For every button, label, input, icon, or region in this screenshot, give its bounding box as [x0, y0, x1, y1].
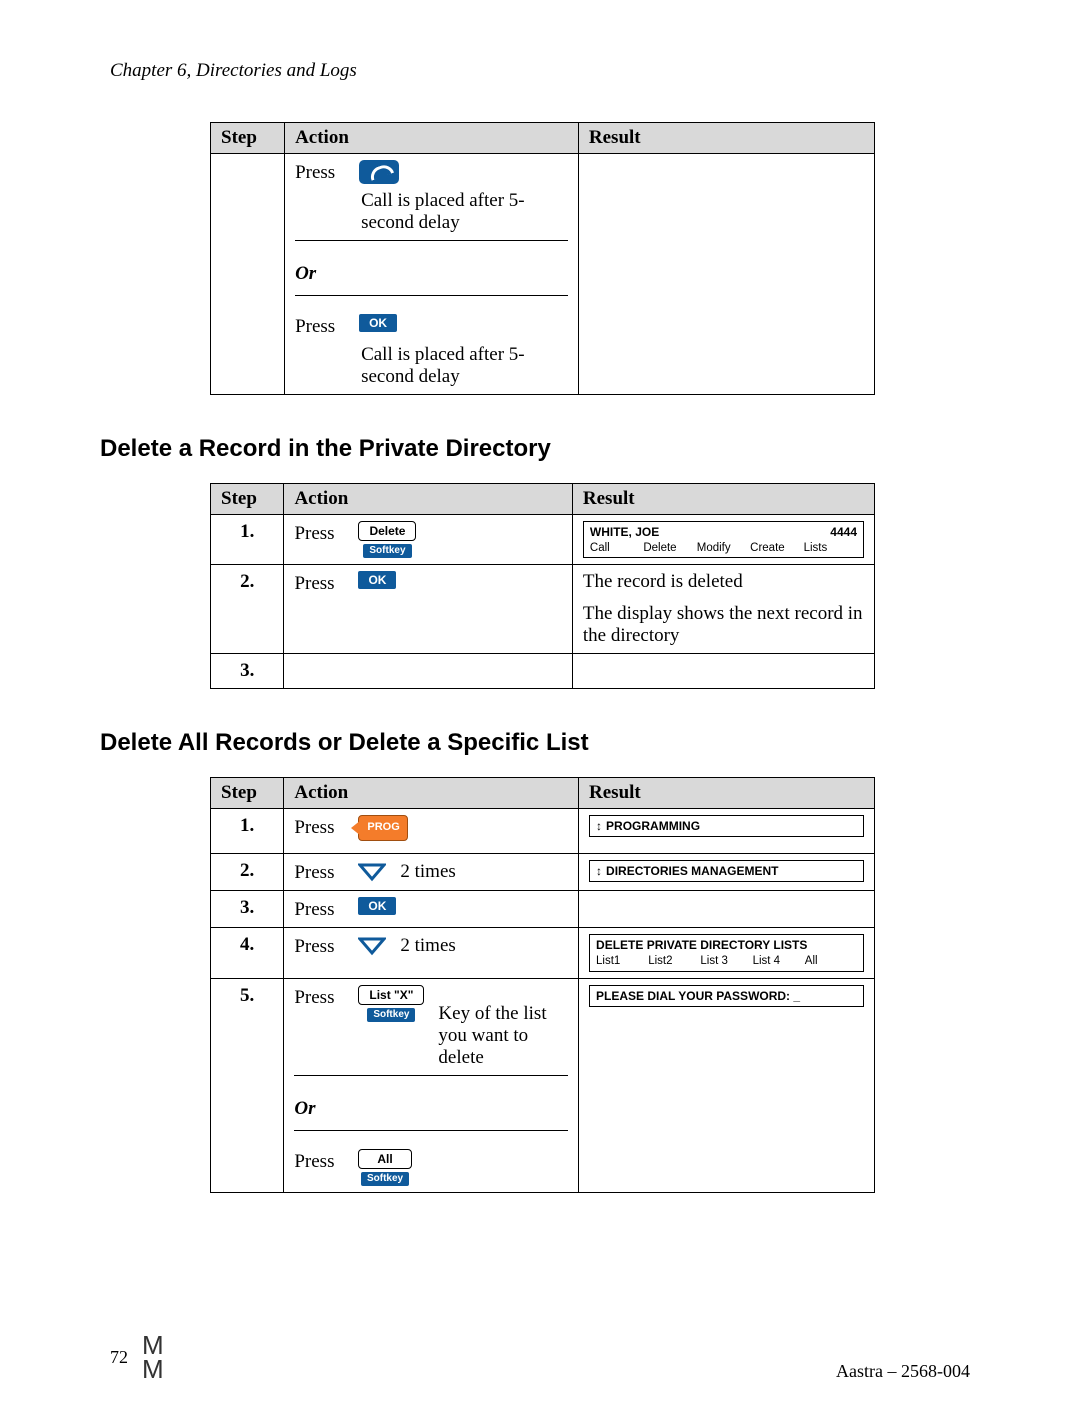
listx-softkey-icon: List "X" — [358, 985, 424, 1005]
ok-button-icon: OK — [358, 571, 396, 589]
col-step: Step — [211, 484, 284, 515]
display-number: 4444 — [830, 525, 857, 540]
table-row: 1. Press PROG ↕ PROGRAMMING — [211, 809, 875, 854]
softkey-badge: Softkey — [361, 1172, 409, 1186]
table-row: 3. — [211, 654, 875, 689]
table-call-continuation: Step Action Result Press Call is placed … — [210, 122, 875, 395]
col-result: Result — [578, 123, 874, 154]
display-opt: All — [805, 954, 857, 968]
table-delete-record: Step Action Result 1. Press Delete Softk… — [210, 483, 875, 689]
display-name: WHITE, JOE — [590, 525, 659, 540]
display-opt: Call — [590, 541, 643, 555]
table-row: 2. Press OK The record is deleted The di… — [211, 565, 875, 654]
display-text: PROGRAMMING — [606, 819, 700, 833]
table-row: 3. Press OK — [211, 891, 875, 928]
phone-display: ↕ PROGRAMMING — [589, 815, 864, 837]
display-title: DELETE PRIVATE DIRECTORY LISTS — [596, 938, 857, 953]
col-result: Result — [579, 778, 875, 809]
col-step: Step — [211, 123, 285, 154]
ok-button-icon: OK — [359, 314, 397, 332]
call-delay-text: Call is placed after 5-second delay — [361, 344, 568, 388]
table-row: 2. Press 2 times ↕ DIRECTORIES MANAGEMEN… — [211, 854, 875, 891]
phone-display: PLEASE DIAL YOUR PASSWORD: _ — [589, 985, 864, 1007]
press-label: Press — [294, 1149, 344, 1173]
chapter-header: Chapter 6, Directories and Logs — [110, 60, 980, 82]
or-label: Or — [295, 259, 568, 289]
display-opt: List2 — [648, 954, 700, 968]
down-arrow-icon — [358, 935, 386, 957]
press-label: Press — [295, 160, 345, 184]
press-label: Press — [294, 934, 344, 958]
table-row: 1. Press Delete Softkey WHITE, JOE — [211, 515, 875, 565]
or-label: Or — [294, 1094, 568, 1124]
call-delay-text: Call is placed after 5-second delay — [361, 190, 568, 234]
table-row: 4. Press 2 times DELETE PRIVATE DIRECTOR… — [211, 928, 875, 978]
call-icon — [359, 160, 399, 184]
display-opt: Delete — [643, 541, 696, 555]
all-softkey-icon: All — [358, 1149, 411, 1169]
press-label: Press — [294, 521, 344, 545]
down-arrow-icon — [358, 861, 386, 883]
col-action: Action — [284, 484, 572, 515]
press-label: Press — [294, 985, 344, 1009]
doc-reference: Aastra – 2568-004 — [836, 1361, 970, 1382]
page-footer: 72 MM Aastra – 2568-004 — [100, 1333, 980, 1382]
press-label: Press — [294, 897, 344, 921]
key-of-list-text: Key of the list you want to delete — [438, 985, 568, 1069]
result-text: The display shows the next record in the… — [583, 603, 864, 647]
press-label: Press — [295, 314, 345, 338]
display-text: PLEASE DIAL YOUR PASSWORD: _ — [596, 989, 800, 1003]
press-label: Press — [294, 815, 344, 839]
press-label: Press — [294, 571, 344, 595]
ok-button-icon: OK — [358, 897, 396, 915]
updown-icon: ↕ — [596, 819, 602, 833]
vendor-logo: MM — [142, 1333, 166, 1382]
display-opt: List 3 — [700, 954, 752, 968]
display-opt: Modify — [697, 541, 750, 555]
section-title-delete-all: Delete All Records or Delete a Specific … — [100, 729, 980, 757]
display-opt: Lists — [804, 541, 857, 555]
col-step: Step — [211, 778, 284, 809]
press-label: Press — [294, 860, 344, 884]
updown-icon: ↕ — [596, 864, 602, 878]
col-result: Result — [572, 484, 874, 515]
section-title-delete-record: Delete a Record in the Private Directory — [100, 435, 980, 463]
table-delete-all: Step Action Result 1. Press PROG — [210, 777, 875, 1192]
prog-icon: PROG — [358, 815, 408, 841]
softkey-badge: Softkey — [363, 544, 411, 558]
two-times-text: 2 times — [400, 861, 455, 883]
phone-display: ↕ DIRECTORIES MANAGEMENT — [589, 860, 864, 882]
page-number: 72 — [110, 1347, 128, 1368]
two-times-text: 2 times — [400, 935, 455, 957]
display-text: DIRECTORIES MANAGEMENT — [606, 864, 778, 878]
col-action: Action — [284, 778, 579, 809]
phone-display: DELETE PRIVATE DIRECTORY LISTS List1 Lis… — [589, 934, 864, 971]
delete-softkey-icon: Delete — [358, 521, 416, 541]
display-opt: Create — [750, 541, 803, 555]
phone-display: WHITE, JOE 4444 Call Delete Modify Creat… — [583, 521, 864, 558]
result-text: The record is deleted — [583, 571, 864, 593]
col-action: Action — [285, 123, 579, 154]
display-opt: List 4 — [753, 954, 805, 968]
display-opt: List1 — [596, 954, 648, 968]
softkey-badge: Softkey — [367, 1008, 415, 1022]
